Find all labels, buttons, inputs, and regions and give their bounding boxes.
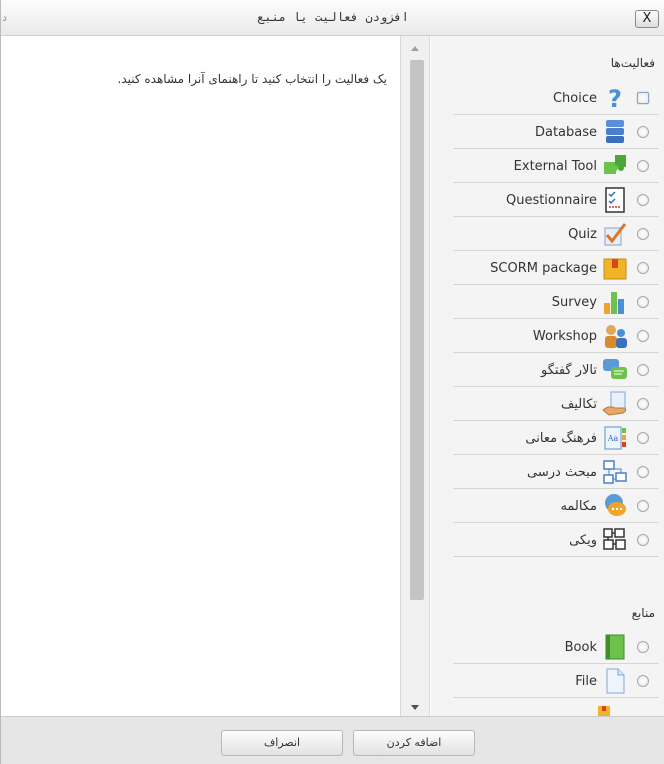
activity-option-database[interactable]: Database [453, 115, 659, 149]
checklist-icon [601, 186, 629, 214]
chat-bubble-icon [601, 492, 629, 520]
puzzle-piece-icon [601, 152, 629, 180]
option-label: ویکی [569, 533, 597, 548]
package-box-icon [597, 704, 611, 716]
svg-text:?: ? [608, 85, 622, 112]
activity-option-lesson[interactable]: مبحث درسی [453, 455, 659, 489]
help-panel: یک فعالیت را انتخاب کنید تا راهنمای آنرا… [1, 36, 399, 716]
add-button[interactable]: اضافه کردن [353, 730, 475, 756]
radio-button[interactable] [637, 641, 649, 653]
radio-button[interactable] [637, 92, 649, 104]
activity-option-forum[interactable]: تالار گفتگو [453, 353, 659, 387]
radio-button[interactable] [637, 364, 649, 376]
forum-bubbles-icon [601, 356, 629, 384]
activity-option-workshop[interactable]: Workshop [453, 319, 659, 353]
svg-text:Aa: Aa [607, 434, 619, 443]
option-label: تکالیف [560, 397, 597, 412]
radio-button[interactable] [637, 126, 649, 138]
radio-button[interactable] [637, 262, 649, 274]
scroll-down-arrow[interactable] [411, 705, 419, 710]
dialog-title: افزودن فعالیت یا منبع [257, 10, 409, 24]
radio-button[interactable] [637, 398, 649, 410]
radio-button[interactable] [637, 194, 649, 206]
database-icon [601, 118, 629, 146]
option-label: Choice [552, 91, 597, 106]
option-label: SCORM package [490, 261, 597, 276]
cancel-button[interactable]: انصراف [221, 730, 343, 756]
lesson-flow-icon [601, 458, 629, 486]
option-label: مبحث درسی [527, 465, 597, 480]
option-label: مکالمه [560, 499, 597, 514]
activity-option-chat[interactable]: مکالمه [453, 489, 659, 523]
wiki-blocks-icon [601, 526, 629, 554]
radio-button[interactable] [637, 466, 649, 478]
option-label: File [575, 674, 597, 689]
people-icon [601, 322, 629, 350]
activity-option-external-tool[interactable]: External Tool [453, 149, 659, 183]
help-message: یک فعالیت را انتخاب کنید تا راهنمای آنرا… [117, 72, 388, 86]
radio-button[interactable] [637, 534, 649, 546]
question-mark-icon: ? [601, 84, 629, 113]
book-icon [601, 633, 629, 661]
option-label: Workshop [532, 329, 597, 344]
file-icon [601, 667, 629, 695]
activity-option-survey[interactable]: Survey [453, 285, 659, 319]
scroll-thumb[interactable] [410, 60, 424, 600]
radio-button[interactable] [637, 228, 649, 240]
radio-button[interactable] [637, 330, 649, 342]
option-label: Book [564, 640, 597, 655]
radio-button[interactable] [637, 432, 649, 444]
activity-option-choice[interactable]: ? Choice [453, 81, 659, 115]
checkmark-icon [601, 220, 629, 248]
resource-option-book[interactable]: Book [453, 630, 659, 664]
options-scrollbar[interactable] [400, 36, 430, 716]
assignment-hand-icon [601, 390, 629, 418]
package-box-icon [601, 254, 629, 282]
dialog-footer: اضافه کردن انصراف [1, 716, 664, 764]
activity-option-assignment[interactable]: تکالیف [453, 387, 659, 421]
options-panel: فعالیت‌ها ? Choice Database [431, 36, 664, 716]
scroll-up-arrow[interactable] [411, 46, 419, 51]
close-button[interactable]: X [635, 10, 659, 28]
activity-option-quiz[interactable]: Quiz [453, 217, 659, 251]
option-label: Questionnaire [505, 193, 597, 208]
radio-button[interactable] [637, 500, 649, 512]
radio-button[interactable] [637, 296, 649, 308]
resources-section-title: منابع [631, 606, 655, 620]
option-label: Database [534, 125, 597, 140]
activity-option-wiki[interactable]: ویکی [453, 523, 659, 557]
radio-button[interactable] [637, 160, 649, 172]
radio-button[interactable] [637, 675, 649, 687]
dialog-titlebar: د افزودن فعالیت یا منبع X [1, 0, 664, 36]
option-label: External Tool [513, 159, 597, 174]
bar-chart-icon [601, 288, 629, 316]
activity-option-scorm[interactable]: SCORM package [453, 251, 659, 285]
option-label: فرهنگ معانی [525, 431, 597, 446]
option-label: تالار گفتگو [541, 363, 597, 378]
activities-section-title: فعالیت‌ها [610, 56, 655, 70]
option-label: Survey [551, 295, 597, 310]
activity-option-questionnaire[interactable]: Questionnaire [453, 183, 659, 217]
option-label: Quiz [568, 227, 597, 242]
activity-option-glossary[interactable]: Aa فرهنگ معانی [453, 421, 659, 455]
resource-option-file[interactable]: File [453, 664, 659, 698]
glossary-icon: Aa [601, 424, 629, 452]
add-activity-dialog: د افزودن فعالیت یا منبع X یک فعالیت را ا… [0, 0, 664, 764]
